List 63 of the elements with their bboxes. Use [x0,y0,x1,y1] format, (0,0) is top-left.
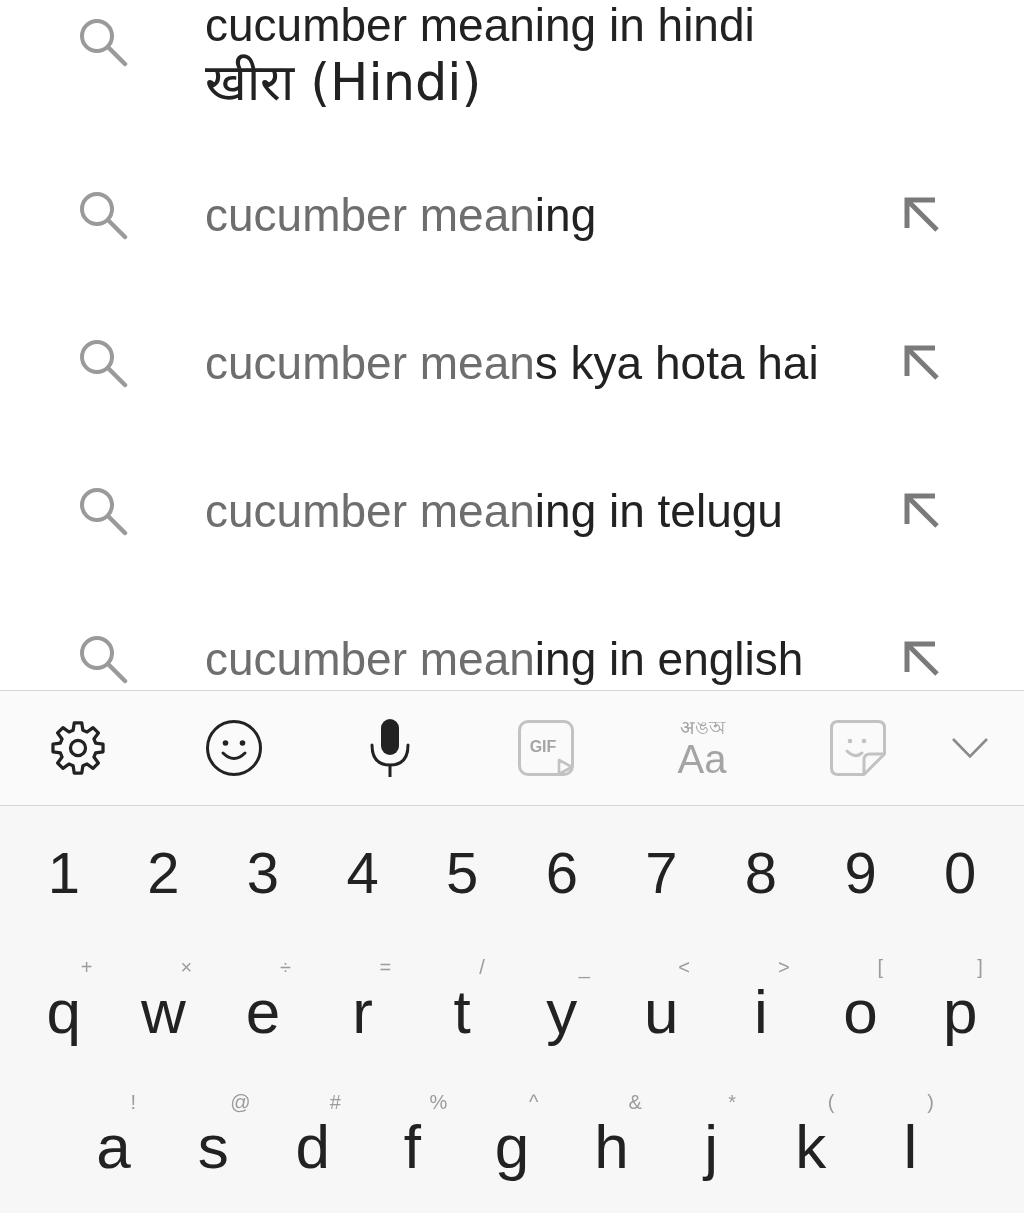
search-icon [78,17,128,67]
suggestion-text[interactable]: cucumber meaning in hindi [205,0,755,50]
keyboard-key[interactable]: o [843,978,878,1045]
settings-icon[interactable] [50,720,106,776]
key-hint: ÷ [280,955,291,980]
keyboard-key[interactable]: k [795,1113,827,1180]
keyboard-key[interactable]: 3 [246,843,280,904]
key-hint: ( [827,1090,835,1115]
keyboard-key[interactable]: h [594,1113,629,1180]
keyboard-key[interactable]: i [754,978,768,1045]
search-icon [78,190,128,240]
translation-text: खीरा (Hindi) [205,52,482,114]
key-hint: = [379,955,392,980]
keyboard-key[interactable]: d [295,1113,330,1180]
key-hint: * [728,1090,736,1115]
keyboard-key[interactable]: r [352,978,373,1045]
keyboard-key[interactable]: 7 [645,843,678,904]
key-hint: × [180,955,193,980]
keyboard-key[interactable]: 5 [446,843,479,904]
search-icon [78,634,128,684]
key-hint: ! [130,1090,137,1115]
keyboard-key[interactable]: w [141,978,186,1045]
keyboard-key[interactable]: a [96,1113,131,1180]
keyboard-key[interactable]: t [453,978,471,1045]
key-hint: ) [927,1090,934,1115]
keyboard-key[interactable]: 6 [545,843,578,904]
microphone-icon[interactable] [368,719,412,777]
key-hint: > [777,955,790,980]
keyboard-key[interactable]: y [546,978,578,1045]
keyboard-key[interactable]: 4 [346,843,379,904]
key-hint: [ [877,955,884,980]
keyboard-key[interactable]: u [644,978,679,1045]
keyboard-key[interactable]: q [46,978,82,1045]
keyboard-key[interactable]: 1 [47,843,80,904]
key-hint: ^ [528,1090,539,1115]
keyboard-key[interactable]: 9 [844,843,877,904]
search-icon [78,338,128,388]
keyboard-key[interactable]: f [403,1113,421,1180]
suggestion-text[interactable]: cucumber meaning [205,187,597,243]
key-hint: / [479,955,485,980]
keyboard-key[interactable]: s [197,1113,229,1180]
key-hint: ] [977,955,983,980]
key-hint: & [628,1090,642,1115]
key-hint: _ [578,955,590,980]
keyboard-key[interactable]: g [494,1113,530,1180]
key-hint: < [678,955,691,980]
key-hint: @ [230,1090,251,1115]
suggestion-text[interactable]: cucumber means kya hota hai [205,335,819,391]
key-hint: + [80,955,93,980]
keyboard-key[interactable]: 8 [744,843,778,904]
chevron-down-icon[interactable] [951,737,989,759]
key-hint: % [429,1090,448,1115]
keyboard-key[interactable]: 0 [944,843,977,904]
keyboard-key[interactable]: l [903,1113,918,1180]
smiley-icon[interactable] [205,719,263,777]
keyboard-key[interactable]: e [245,978,281,1045]
suggestion-text[interactable]: cucumber meaning in english [205,631,804,687]
search-icon [78,486,128,536]
keyboard-key[interactable]: p [942,978,978,1045]
key-hint: # [329,1090,341,1115]
keyboard-key[interactable]: j [704,1113,719,1180]
keyboard-key[interactable]: 2 [147,843,180,904]
suggestion-text[interactable]: cucumber meaning in telugu [205,483,783,539]
